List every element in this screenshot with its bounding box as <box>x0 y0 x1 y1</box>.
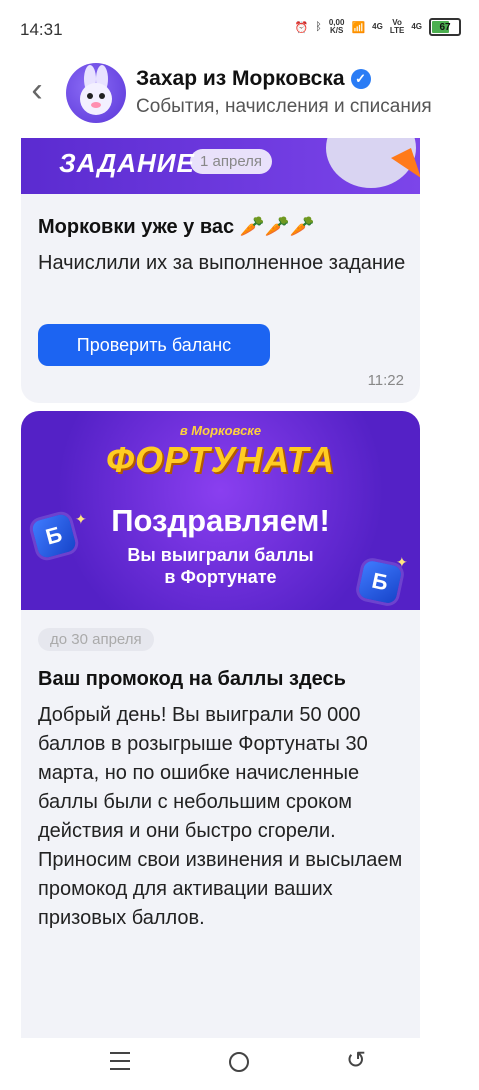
message-text: Добрый день! Вы выиграли 50 000 баллов в… <box>38 704 403 929</box>
home-icon[interactable] <box>229 1052 249 1072</box>
banner-text: ЗАДАНИЕ <box>59 148 195 178</box>
chat-feed[interactable]: ЗАДАНИЕ 1 апреля Морковки уже у вас 🥕🥕🥕 … <box>0 138 479 1038</box>
status-icons: ⏰ ᛒ 0,00 K/S 📶 4G Vo LTE 4G 67 <box>295 18 461 36</box>
chat-title: Захар из Морковска ✓ <box>136 67 371 91</box>
check-balance-button[interactable]: Проверить баланс <box>38 324 270 366</box>
bluetooth-icon: ᛒ <box>315 21 322 33</box>
status-bar: 14:31 ⏰ ᛒ 0,00 K/S 📶 4G Vo LTE 4G 67 <box>0 0 479 60</box>
avatar[interactable] <box>66 63 126 123</box>
message-time: 11:22 <box>367 372 404 389</box>
banner-brand: ФОРТУНАТА <box>105 439 336 480</box>
chat-subtitle: События, начисления и списания <box>136 96 432 117</box>
sparkle-icon: ✦ <box>396 554 408 570</box>
message-title: Ваш промокод на баллы здесь <box>38 668 346 690</box>
chat-header: ‹ Захар из Морковска ✓ События, начислен… <box>0 60 479 130</box>
back-arrow-icon[interactable]: ‹ <box>20 73 54 109</box>
status-time: 14:31 <box>20 20 63 39</box>
promo-banner[interactable]: в Морковске ФОРТУНАТА Поздравляем! Вы вы… <box>21 411 420 610</box>
volte-indicator: Vo LTE <box>389 18 405 35</box>
network-type-1: 4G <box>372 22 383 31</box>
message-card: в Морковске ФОРТУНАТА Поздравляем! Вы вы… <box>21 411 420 1038</box>
sparkle-icon: ✦ <box>75 511 87 527</box>
message-card: ЗАДАНИЕ 1 апреля Морковки уже у вас 🥕🥕🥕 … <box>21 138 420 403</box>
menu-icon[interactable] <box>110 1052 130 1072</box>
battery-level: 67 <box>439 21 451 33</box>
system-navbar: ↺ <box>0 1038 479 1090</box>
date-chip: 1 апреля <box>190 149 273 174</box>
verified-icon: ✓ <box>350 69 371 89</box>
network-speed: 0,00 K/S <box>328 18 345 35</box>
network-type-2: 4G <box>411 22 422 31</box>
message-title: Морковки уже у вас 🥕🥕🥕 <box>38 216 315 238</box>
date-chip: до 30 апреля <box>38 628 154 651</box>
wifi-icon: 📶 <box>351 21 366 34</box>
battery-icon: 67 <box>429 18 461 36</box>
banner-caption: в Морковске <box>179 423 262 438</box>
alarm-icon: ⏰ <box>294 21 309 34</box>
message-text: Начислили их за выполненное задание <box>38 252 406 274</box>
back-icon[interactable]: ↺ <box>346 1046 366 1075</box>
message-banner: ЗАДАНИЕ 1 апреля <box>21 138 420 194</box>
